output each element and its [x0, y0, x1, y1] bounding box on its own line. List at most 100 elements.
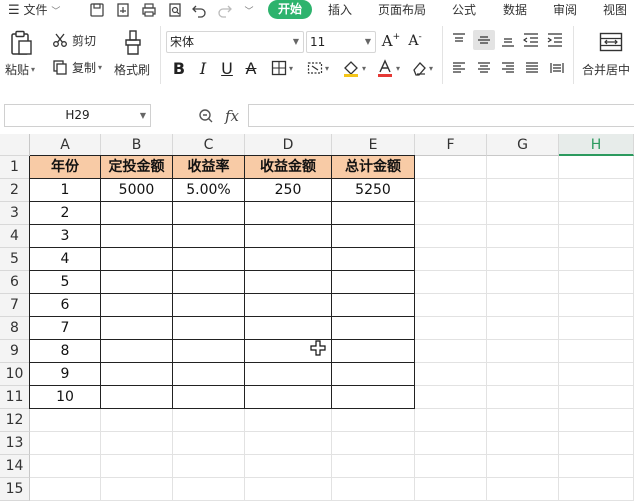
formula-input[interactable] [248, 104, 634, 127]
name-box[interactable]: H29 ▼ [4, 104, 151, 127]
cell[interactable] [332, 478, 415, 501]
cell[interactable] [487, 455, 559, 478]
table-cell[interactable]: 5.00% [173, 179, 245, 202]
row-header-12[interactable]: 12 [0, 409, 30, 432]
table-cell[interactable]: 2 [30, 202, 101, 225]
table-cell[interactable] [101, 248, 173, 271]
copy-button[interactable]: 复制 ▾ [52, 58, 102, 76]
table-header-cell[interactable]: 总计金额 [332, 156, 415, 179]
table-cell[interactable] [101, 386, 173, 409]
cell[interactable] [559, 294, 634, 317]
table-cell[interactable] [173, 317, 245, 340]
table-cell[interactable] [173, 225, 245, 248]
align-middle-icon[interactable] [473, 30, 495, 50]
table-header-cell[interactable]: 收益率 [173, 156, 245, 179]
print-preview-icon[interactable] [166, 1, 184, 19]
spreadsheet-grid[interactable]: A B C D E F G H 1 2 3 4 5 6 7 8 9 10 11 12 13 14 15 年份 定投金额 收益率 收益… [0, 134, 634, 501]
cell[interactable] [559, 225, 634, 248]
cell[interactable] [487, 156, 559, 179]
align-bottom-icon[interactable] [499, 31, 517, 49]
quick-access-more-icon[interactable]: ﹀ [240, 1, 258, 19]
table-cell[interactable]: 6 [30, 294, 101, 317]
row-header-8[interactable]: 8 [0, 317, 30, 340]
table-cell[interactable] [173, 363, 245, 386]
table-cell[interactable]: 5250 [332, 179, 415, 202]
cell[interactable] [415, 432, 487, 455]
table-cell[interactable]: 5000 [101, 179, 173, 202]
cell[interactable] [173, 409, 245, 432]
format-painter-button[interactable]: 格式刷 [114, 60, 150, 78]
cell[interactable] [487, 386, 559, 409]
column-header-h[interactable]: H [559, 134, 634, 156]
column-header-e[interactable]: E [332, 134, 415, 156]
decrease-font-size-icon[interactable]: A- [405, 31, 425, 51]
row-header-4[interactable]: 4 [0, 225, 30, 248]
redo-icon[interactable] [216, 1, 234, 19]
row-header-3[interactable]: 3 [0, 202, 30, 225]
cell[interactable] [332, 455, 415, 478]
paste-icon[interactable] [6, 28, 36, 58]
cell[interactable] [415, 409, 487, 432]
align-center-icon[interactable] [475, 59, 493, 77]
table-cell[interactable] [101, 271, 173, 294]
cell[interactable] [487, 248, 559, 271]
export-pdf-icon[interactable] [114, 1, 132, 19]
table-cell[interactable] [332, 363, 415, 386]
cell[interactable] [245, 432, 332, 455]
cell[interactable] [415, 248, 487, 271]
table-cell[interactable] [173, 340, 245, 363]
cell[interactable] [487, 478, 559, 501]
table-cell[interactable]: 9 [30, 363, 101, 386]
table-cell[interactable] [245, 225, 332, 248]
format-painter-icon[interactable] [120, 28, 146, 58]
table-cell[interactable] [101, 202, 173, 225]
tab-view[interactable]: 视图 [603, 2, 627, 18]
distributed-align-icon[interactable] [548, 59, 566, 77]
table-header-cell[interactable]: 定投金额 [101, 156, 173, 179]
table-cell[interactable]: 8 [30, 340, 101, 363]
table-cell[interactable] [101, 317, 173, 340]
cell[interactable] [30, 455, 101, 478]
row-header-2[interactable]: 2 [0, 179, 30, 202]
table-cell[interactable]: 3 [30, 225, 101, 248]
row-header-9[interactable]: 9 [0, 340, 30, 363]
tab-formulas[interactable]: 公式 [452, 2, 476, 18]
cell[interactable] [559, 340, 634, 363]
cell[interactable] [559, 156, 634, 179]
cell[interactable] [415, 340, 487, 363]
row-header-13[interactable]: 13 [0, 432, 30, 455]
table-cell[interactable] [173, 248, 245, 271]
cell[interactable] [30, 409, 101, 432]
cell[interactable] [415, 294, 487, 317]
table-cell[interactable] [332, 340, 415, 363]
cell[interactable] [559, 363, 634, 386]
cell[interactable] [415, 455, 487, 478]
row-header-10[interactable]: 10 [0, 363, 30, 386]
cell[interactable] [30, 478, 101, 501]
align-left-icon[interactable] [450, 59, 468, 77]
cell[interactable] [487, 340, 559, 363]
increase-indent-icon[interactable] [546, 31, 564, 49]
strikethrough-icon[interactable]: A [240, 57, 262, 79]
cell[interactable] [101, 455, 173, 478]
table-cell[interactable] [245, 271, 332, 294]
cell[interactable] [173, 432, 245, 455]
cell[interactable] [487, 179, 559, 202]
cell[interactable] [559, 271, 634, 294]
save-icon[interactable] [88, 1, 106, 19]
cell[interactable] [559, 409, 634, 432]
column-header-g[interactable]: G [487, 134, 559, 156]
file-menu[interactable]: ☰ 文件 ﹀ [8, 2, 60, 18]
zoom-search-icon[interactable] [196, 106, 216, 126]
table-cell[interactable] [332, 271, 415, 294]
cell[interactable] [559, 478, 634, 501]
table-cell[interactable] [101, 225, 173, 248]
cell[interactable] [559, 202, 634, 225]
decrease-indent-icon[interactable] [522, 31, 540, 49]
row-header-6[interactable]: 6 [0, 271, 30, 294]
row-header-7[interactable]: 7 [0, 294, 30, 317]
table-cell[interactable] [245, 386, 332, 409]
table-cell[interactable] [101, 294, 173, 317]
column-header-d[interactable]: D [245, 134, 332, 156]
table-cell[interactable] [173, 294, 245, 317]
